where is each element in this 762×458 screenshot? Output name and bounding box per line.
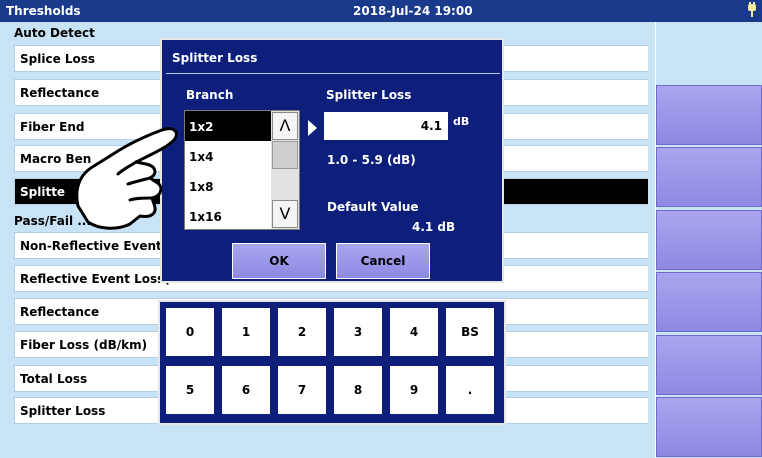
branch-option-label: 1x4	[189, 150, 214, 164]
softkey-4[interactable]	[656, 272, 762, 332]
softkey-1[interactable]	[656, 85, 762, 145]
value-range: 1.0 - 5.9 (dB)	[327, 153, 416, 167]
scroll-down-button[interactable]: V	[272, 200, 298, 228]
branch-list[interactable]: 1x2 1x4 1x8 1x16 Λ V	[184, 110, 300, 230]
softkey-5[interactable]	[656, 335, 762, 395]
row-label: Splitte	[20, 185, 66, 199]
branch-option-1x4[interactable]: 1x4	[185, 141, 271, 171]
branch-scrollbar[interactable]: Λ V	[271, 111, 299, 229]
splitter-loss-heading: Splitter Loss	[326, 88, 412, 102]
branch-heading: Branch	[186, 88, 234, 102]
softkey-panel	[656, 22, 762, 458]
splitter-loss-unit: dB	[453, 115, 470, 128]
title-bar: Thresholds 2018-Jul-24 19:00	[0, 0, 762, 22]
pass-fail-heading-text: Pass/Fail	[14, 214, 78, 228]
key-2[interactable]: 2	[278, 308, 326, 356]
key-6[interactable]: 6	[222, 366, 270, 414]
key-7[interactable]: 7	[278, 366, 326, 414]
right-triangle-icon	[308, 120, 317, 136]
row-label: Fiber Loss (dB/km)	[20, 338, 148, 352]
default-value: 4.1 dB	[412, 220, 456, 234]
auto-detect-heading: Auto Detect	[14, 26, 95, 40]
branch-option-label: 1x8	[189, 180, 214, 194]
row-label: Reflectance	[20, 86, 100, 100]
key-decimal[interactable]: .	[446, 366, 494, 414]
branch-option-1x2[interactable]: 1x2	[185, 111, 271, 141]
softkey-2[interactable]	[656, 147, 762, 207]
hand-pointer-icon	[75, 127, 178, 230]
ok-button[interactable]: OK	[232, 243, 326, 279]
scroll-up-button[interactable]: Λ	[272, 112, 298, 140]
dialog-divider	[166, 73, 500, 74]
row-label: Reflectance	[20, 305, 100, 319]
row-label: Splitter Loss	[20, 404, 106, 418]
key-9[interactable]: 9	[390, 366, 438, 414]
splitter-loss-value: 4.1	[420, 119, 442, 133]
page-title: Thresholds	[6, 4, 81, 18]
softkey-3[interactable]	[656, 210, 762, 270]
default-value-label: Default Value	[327, 200, 419, 214]
datetime: 2018-Jul-24 19:00	[353, 4, 473, 18]
branch-option-1x16[interactable]: 1x16	[185, 201, 271, 231]
row-label: Total Loss	[20, 372, 88, 386]
key-1[interactable]: 1	[222, 308, 270, 356]
numeric-keypad: 0 1 2 3 4 BS 5 6 7 8 9 .	[158, 300, 506, 425]
cancel-button[interactable]: Cancel	[336, 243, 430, 279]
key-4[interactable]: 4	[390, 308, 438, 356]
branch-option-label: 1x16	[189, 210, 222, 224]
branch-option-1x8[interactable]: 1x8	[185, 171, 271, 201]
key-8[interactable]: 8	[334, 366, 382, 414]
row-label: Splice Loss	[20, 52, 96, 66]
row-label: Reflective Event Loss(	[20, 272, 170, 286]
key-3[interactable]: 3	[334, 308, 382, 356]
key-backspace[interactable]: BS	[446, 308, 494, 356]
splitter-loss-input[interactable]: 4.1	[324, 112, 448, 140]
softkey-6[interactable]	[656, 397, 762, 457]
plug-icon	[748, 2, 756, 17]
row-label: Non-Reflective Event I	[20, 239, 171, 253]
splitter-loss-dialog: Splitter Loss Branch Splitter Loss 1x2 1…	[160, 38, 504, 283]
dialog-title: Splitter Loss	[172, 51, 258, 65]
branch-option-label: 1x2	[189, 120, 214, 134]
scroll-thumb[interactable]	[272, 141, 298, 169]
key-0[interactable]: 0	[166, 308, 214, 356]
key-5[interactable]: 5	[166, 366, 214, 414]
